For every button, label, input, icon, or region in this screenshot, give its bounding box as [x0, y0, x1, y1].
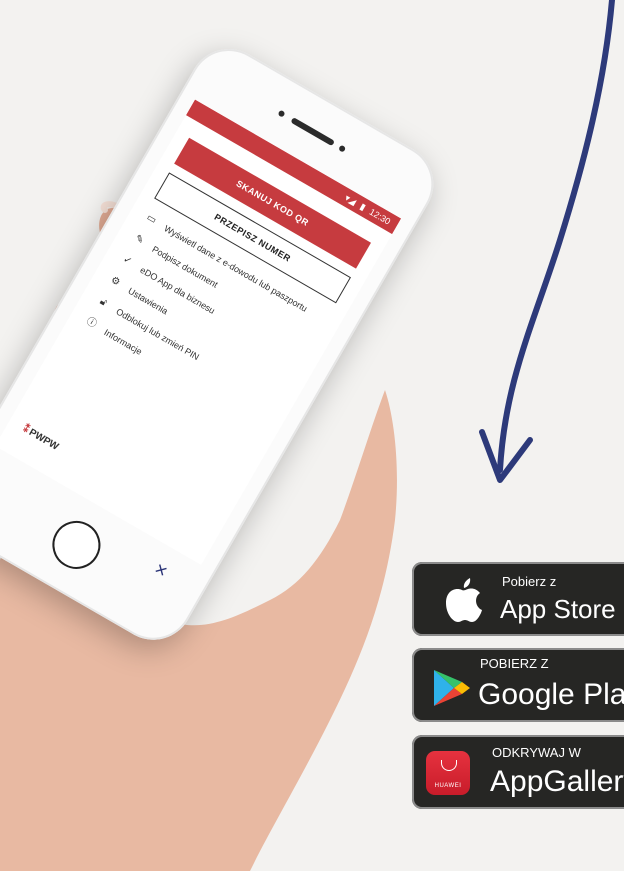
status-time: 12:30: [367, 206, 393, 227]
home-button[interactable]: [43, 512, 110, 578]
badge-big-text: Google Play: [478, 678, 624, 711]
scene: ▾◢ ▮ 12:30 SKANUJ KOD QR PRZEPISZ NUMER …: [0, 0, 624, 871]
google-play-badge[interactable]: POBIERZ Z Google Play: [412, 648, 624, 722]
sensor-icon: [338, 144, 347, 153]
app-store-badge[interactable]: Pobierz z App Store: [412, 562, 624, 636]
close-icon[interactable]: ×: [150, 558, 171, 584]
battery-icon: ▮: [358, 200, 368, 212]
camera-icon: [277, 109, 286, 118]
badge-small-text: POBIERZ Z: [480, 656, 549, 671]
badge-small-text: Pobierz z: [502, 574, 557, 589]
apple-icon: [440, 574, 484, 624]
gear-icon: ⚙: [108, 274, 122, 289]
app-gallery-badge[interactable]: HUAWEI ODKRYWAJ W AppGallery: [412, 735, 624, 809]
signature-icon: ✎: [132, 233, 146, 247]
info-icon: ⓘ: [84, 315, 99, 331]
lock-icon: 🔓︎: [97, 295, 109, 309]
pwpw-logo: ⁑PWPW: [20, 423, 61, 453]
menu-item-label: Informacje: [102, 327, 144, 357]
google-play-icon: [430, 668, 474, 708]
speaker-grille: [290, 117, 335, 147]
huawei-icon: HUAWEI: [426, 751, 470, 795]
check-icon: ✓: [120, 253, 134, 268]
badge-small-text: ODKRYWAJ W: [492, 745, 581, 760]
badge-big-text: App Store: [500, 594, 616, 624]
signal-icon: ▾◢: [343, 192, 359, 207]
id-card-icon: ▭: [144, 212, 159, 227]
badge-big-text: AppGallery: [490, 765, 624, 798]
huawei-brand-text: HUAWEI: [434, 783, 462, 789]
menu-list: ▭ Wyświetl dane z e-dowodu lub paszportu…: [69, 203, 341, 436]
